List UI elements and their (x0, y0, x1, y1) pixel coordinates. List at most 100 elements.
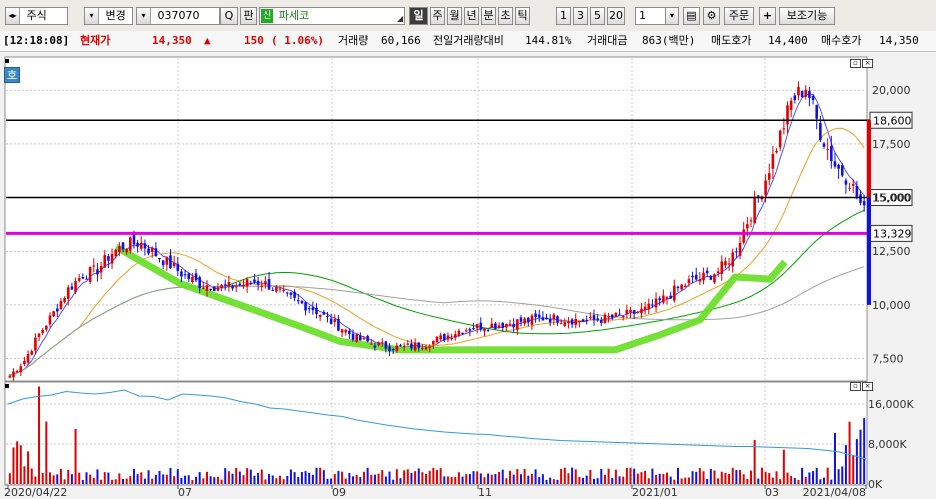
candle-body (256, 280, 260, 285)
volume-bar (425, 473, 428, 484)
stock-code-input[interactable]: ▾ 037070 (136, 7, 220, 25)
volume-bar (308, 472, 311, 484)
candle-body (289, 292, 293, 295)
prev-ratio-label: 전일거래량대비 (433, 34, 504, 47)
volume-bar (162, 474, 165, 484)
volume-bar (275, 478, 278, 484)
candle-body (596, 318, 599, 321)
dropdown-arrow-icon: ▾ (85, 8, 99, 24)
candle-body (625, 309, 629, 315)
candle-body (592, 315, 596, 320)
interval-button-20[interactable]: 20 (607, 7, 625, 25)
volume-bar (48, 472, 51, 484)
volume-bar (749, 470, 752, 484)
candle-body (705, 270, 709, 274)
period-button-0[interactable]: 일 (409, 7, 428, 25)
period-button-2[interactable]: 월 (447, 7, 462, 25)
restore-icon[interactable]: ▫ (850, 382, 861, 391)
volume-bar (78, 472, 81, 484)
volume-bar (519, 474, 522, 484)
count-dropdown-icon[interactable]: ▾ (665, 7, 679, 25)
plus-icon[interactable]: + (759, 7, 776, 25)
candle-body (147, 248, 150, 254)
interval-button-3[interactable]: 3 (573, 7, 588, 25)
market-select[interactable]: ◂▸ 주식 (5, 7, 68, 25)
volume-bar (195, 476, 198, 484)
volume-bar (826, 467, 829, 484)
close-icon[interactable]: × (862, 382, 873, 391)
candle-body (680, 284, 683, 290)
volume-bar (27, 451, 30, 484)
volume-bar (366, 467, 369, 484)
candle-body (851, 183, 855, 186)
candle-body (373, 345, 377, 348)
period-button-6[interactable]: 틱 (515, 7, 530, 25)
candle-body (848, 187, 851, 189)
candle-body (154, 248, 158, 257)
volume-bar (140, 472, 143, 484)
candle-body (132, 234, 136, 245)
volume-bar (169, 467, 172, 484)
side-badge[interactable]: 호 (4, 67, 20, 83)
time-tick-label: 2020/04/22 (4, 486, 67, 499)
volume-bar (319, 467, 322, 484)
candle-body (322, 311, 326, 315)
time-tick-label: 11 (478, 486, 492, 499)
volume-bar (417, 468, 420, 484)
candle-body (136, 242, 139, 247)
period-button-4[interactable]: 분 (481, 7, 496, 25)
stock-chart[interactable]: 18,60015,00013,329 20,00017,50015,00012,… (0, 52, 936, 499)
volume-bar (461, 476, 464, 484)
volume-bar (373, 474, 376, 484)
candle-body (158, 257, 161, 259)
volume-bar (359, 477, 362, 484)
candle-body (603, 314, 607, 324)
volume-tick-label: 0K (868, 478, 883, 491)
gear-icon[interactable]: ⚙ (703, 7, 720, 25)
volume-bar (855, 439, 858, 484)
stock-name-field[interactable]: 신 파세코 (259, 7, 405, 25)
candle-body (362, 337, 366, 339)
interval-button-1[interactable]: 1 (556, 7, 571, 25)
interval-button-5[interactable]: 5 (590, 7, 605, 25)
search-button[interactable]: Q (220, 7, 238, 25)
candle-body (329, 318, 333, 324)
period-button-3[interactable]: 년 (464, 7, 479, 25)
candle-body (424, 346, 428, 350)
restore-icon[interactable]: ▫ (850, 59, 861, 68)
order-button[interactable]: 주문 (724, 7, 754, 25)
volume-bar (107, 472, 110, 484)
volume-bar (709, 468, 712, 484)
candle-body (713, 274, 716, 283)
volume-bar (720, 471, 723, 484)
candle-body (15, 371, 19, 373)
price-level-label: 18,600 (873, 114, 912, 127)
candle-body (778, 130, 782, 148)
candle-body (607, 316, 610, 318)
volume-bar (454, 477, 457, 484)
price-tick-label: 15,000 (872, 192, 911, 205)
candle-body (340, 329, 344, 333)
volume-bar (286, 475, 289, 484)
pan-button[interactable]: 판 (240, 7, 257, 25)
bid-label: 매수호가 (821, 34, 862, 47)
candle-body (428, 346, 431, 348)
volume-bar (12, 447, 15, 484)
volume-bar (38, 386, 41, 484)
price-pane[interactable] (4, 56, 868, 382)
candle-body (114, 249, 118, 256)
period-button-5[interactable]: 초 (498, 7, 513, 25)
change-select[interactable]: ▾ 변경 (84, 7, 133, 25)
period-button-1[interactable]: 주 (430, 7, 445, 25)
aux-functions-button[interactable]: 보조기능 (779, 7, 835, 25)
candle-body (516, 319, 519, 330)
search-icon: Q (224, 9, 234, 22)
volume-value: 60,166 (381, 34, 421, 47)
candle-body (786, 105, 789, 125)
volume-bar (227, 471, 230, 484)
save-icon[interactable]: ▤ (683, 7, 700, 25)
candle-body (55, 308, 59, 312)
close-icon[interactable]: × (862, 59, 873, 68)
candle-body (143, 243, 147, 249)
candle-body (417, 342, 421, 348)
